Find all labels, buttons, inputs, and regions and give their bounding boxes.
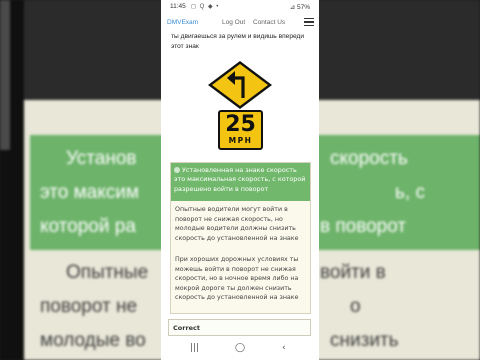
answer-panel: Установленная на знаке скорость это макс… <box>170 162 311 314</box>
background-text: Опытные <box>66 262 149 283</box>
explanation-paragraph: При хороших дорожных условиях ты можешь … <box>175 256 299 302</box>
background-text: войти в <box>320 262 386 283</box>
back-button[interactable]: ‹ <box>282 343 286 353</box>
background-text: Установ <box>66 148 137 169</box>
contact-link[interactable]: Contact Us <box>253 19 285 26</box>
selected-answer[interactable]: Установленная на знаке скорость это макс… <box>171 163 310 201</box>
recents-button[interactable]: ||| <box>190 343 199 353</box>
answer-text: Установленная на знаке скорость это макс… <box>174 166 306 193</box>
status-bar: 11:45 ◻ Q ◆ • ⊿ 57% <box>161 0 319 14</box>
result-bar: Correct <box>168 319 311 336</box>
explanation-paragraph: Опытные водители могут войти в поворот н… <box>175 206 299 242</box>
result-label: Correct <box>173 324 201 332</box>
home-button[interactable]: ◯ <box>235 343 245 353</box>
background-text: поворот не <box>40 296 138 317</box>
hamburger-menu-icon[interactable] <box>304 18 314 28</box>
background-text: снизить <box>330 330 399 351</box>
radio-checked-icon <box>174 167 180 173</box>
top-navbar: DMVExam Log Out Contact Us <box>161 14 319 31</box>
status-time: 11:45 <box>170 3 186 10</box>
background-text: в поворот <box>320 216 407 237</box>
speed-unit: MPH <box>228 136 253 145</box>
speed-advisory-sign: 25 MPH <box>218 110 263 150</box>
logout-link[interactable]: Log Out <box>222 19 245 26</box>
brand-link[interactable]: DMVExam <box>167 19 198 26</box>
background-text: скорость <box>330 148 408 169</box>
background-text: это максим <box>40 182 139 203</box>
notification-icons: ◻ Q ◆ • <box>191 4 220 10</box>
background-text: которой ра <box>40 216 136 237</box>
left-turn-sign-icon <box>208 61 272 109</box>
system-nav-bar: ||| ◯ ‹ <box>161 340 319 360</box>
background-text: ь, с <box>395 182 425 203</box>
background-text: молодые во <box>40 330 146 351</box>
background-text: о <box>350 296 361 317</box>
background-left-shade <box>0 0 10 150</box>
speed-value: 25 <box>225 112 256 137</box>
question-text: ты двигаешься за рулем и видишь впереди … <box>171 33 305 50</box>
battery-indicator: ⊿ 57% <box>289 4 310 11</box>
